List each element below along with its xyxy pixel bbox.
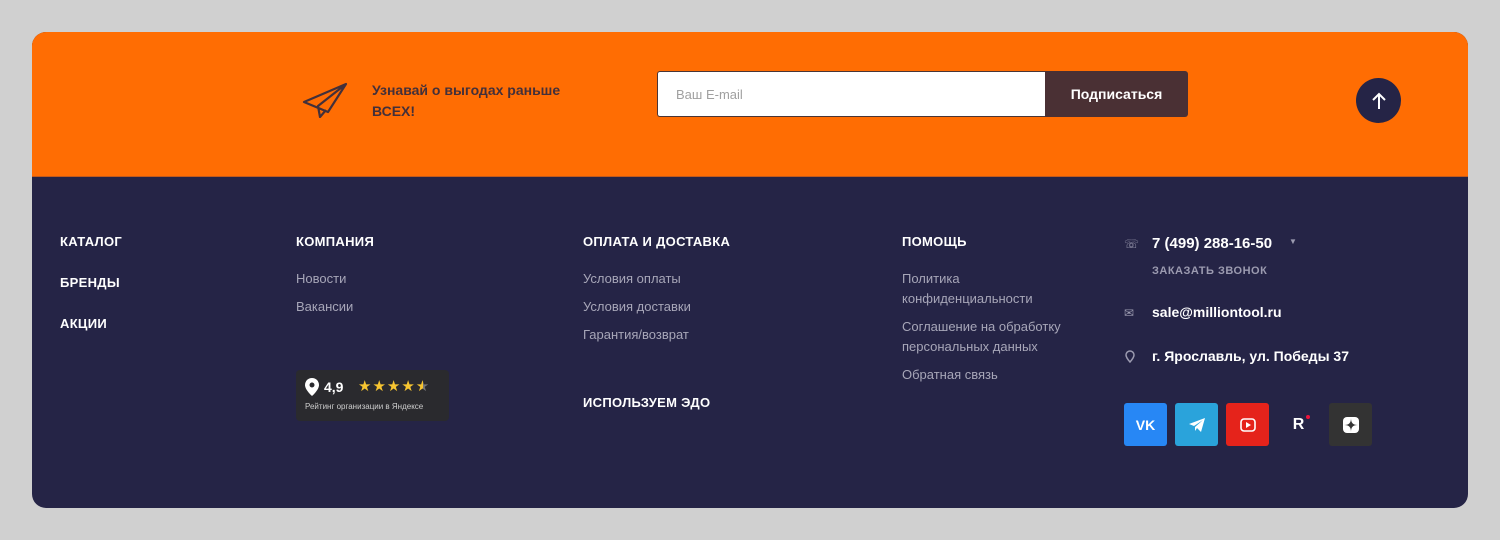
location-pin-icon	[305, 378, 319, 396]
link-privacy[interactable]: Политика конфиденциальности	[902, 269, 1082, 309]
link-delivery-terms[interactable]: Условия доставки	[583, 297, 730, 317]
subscribe-banner: Узнавай о выгодах раньше ВСЕХ! Подписать…	[32, 32, 1468, 177]
vk-button[interactable]: VK	[1124, 403, 1167, 446]
email-input[interactable]	[657, 71, 1046, 117]
payment-heading: ОПЛАТА И ДОСТАВКА	[583, 234, 731, 249]
rutube-icon: R	[1292, 415, 1305, 433]
nav-edo[interactable]: ИСПОЛЬЗУЕМ ЭДО	[583, 395, 730, 410]
telegram-button[interactable]	[1175, 403, 1218, 446]
yandex-rating-badge[interactable]: 4,9 ★★★★★ Рейтинг организации в Яндексе	[296, 370, 449, 421]
youtube-icon	[1239, 417, 1256, 432]
rating-value: 4,9	[324, 379, 344, 395]
email-link[interactable]: sale@milliontool.ru	[1152, 304, 1282, 320]
address: г. Ярославль, ул. Победы 37	[1152, 348, 1349, 364]
company-heading: КОМПАНИЯ	[296, 234, 375, 249]
location-icon	[1125, 350, 1135, 363]
rating-stars: ★★★★★	[358, 378, 431, 395]
chevron-down-icon[interactable]: ▼	[1289, 237, 1297, 246]
nav-catalog[interactable]: КАТАЛОГ	[60, 234, 122, 249]
link-vacancies[interactable]: Вакансии	[296, 297, 374, 317]
phone-link[interactable]: 7 (499) 288-16-50	[1152, 235, 1272, 252]
telegram-icon	[1188, 417, 1205, 432]
rutube-button[interactable]: R	[1277, 403, 1320, 446]
nav-brands[interactable]: БРЕНДЫ	[60, 275, 122, 290]
subscribe-text: Узнавай о выгодах раньше ВСЕХ!	[372, 82, 561, 119]
link-data-agreement[interactable]: Соглашение на обработку персональных дан…	[902, 317, 1082, 357]
link-feedback[interactable]: Обратная связь	[902, 365, 1082, 385]
vk-icon: VK	[1135, 416, 1156, 433]
phone-icon: ☏	[1124, 237, 1140, 251]
paper-plane-icon	[302, 82, 348, 118]
arrow-up-icon	[1371, 92, 1386, 109]
link-news[interactable]: Новости	[296, 269, 374, 289]
subscribe-button[interactable]: Подписаться	[1045, 71, 1188, 117]
callback-link[interactable]: ЗАКАЗАТЬ ЗВОНОК	[1152, 265, 1267, 277]
link-payment-terms[interactable]: Условия оплаты	[583, 269, 730, 289]
youtube-button[interactable]	[1226, 403, 1269, 446]
dzen-icon	[1342, 416, 1359, 433]
rutube-dot	[1306, 415, 1310, 419]
help-heading: ПОМОЩЬ	[902, 234, 967, 249]
nav-promo[interactable]: АКЦИИ	[60, 316, 122, 331]
footer: Узнавай о выгодах раньше ВСЕХ! Подписать…	[32, 32, 1468, 508]
scroll-to-top-button[interactable]	[1356, 78, 1401, 123]
rating-caption: Рейтинг организации в Яндексе	[305, 402, 424, 411]
mail-icon: ✉	[1124, 306, 1135, 320]
link-warranty[interactable]: Гарантия/возврат	[583, 325, 730, 345]
dzen-button[interactable]	[1329, 403, 1372, 446]
